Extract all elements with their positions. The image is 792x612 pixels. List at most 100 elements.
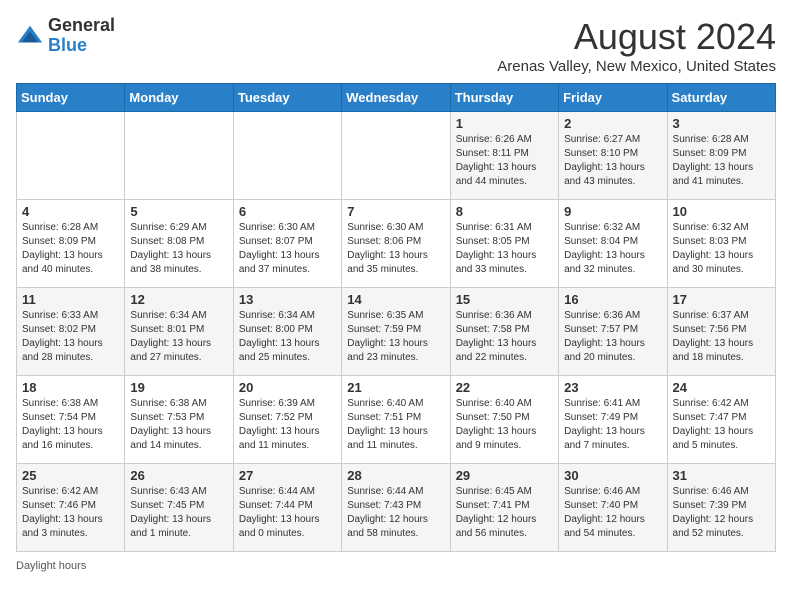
day-info: Sunrise: 6:30 AMSunset: 8:07 PMDaylight:…	[239, 222, 320, 275]
day-info: Sunrise: 6:32 AMSunset: 8:04 PMDaylight:…	[564, 222, 645, 275]
day-number: 28	[347, 468, 444, 483]
day-number: 11	[22, 292, 119, 307]
day-number: 31	[673, 468, 770, 483]
day-info: Sunrise: 6:44 AMSunset: 7:44 PMDaylight:…	[239, 486, 320, 539]
day-number: 15	[456, 292, 553, 307]
day-info: Sunrise: 6:28 AMSunset: 8:09 PMDaylight:…	[673, 134, 754, 187]
calendar-week-row: 25Sunrise: 6:42 AMSunset: 7:46 PMDayligh…	[17, 464, 776, 552]
day-info: Sunrise: 6:40 AMSunset: 7:51 PMDaylight:…	[347, 398, 428, 451]
day-number: 9	[564, 204, 661, 219]
day-number: 22	[456, 380, 553, 395]
logo: General Blue	[16, 16, 115, 56]
calendar-cell: 26Sunrise: 6:43 AMSunset: 7:45 PMDayligh…	[125, 464, 233, 552]
day-info: Sunrise: 6:43 AMSunset: 7:45 PMDaylight:…	[130, 486, 211, 539]
calendar-cell: 10 Sunrise: 6:32 AMSunset: 8:03 PMDayligh…	[667, 200, 775, 288]
day-number: 5	[130, 204, 227, 219]
calendar-cell: 27 Sunrise: 6:44 AMSunset: 7:44 PMDayligh…	[233, 464, 341, 552]
day-number: 13	[239, 292, 336, 307]
calendar-cell: 9 Sunrise: 6:32 AMSunset: 8:04 PMDaylight…	[559, 200, 667, 288]
day-info: Sunrise: 6:35 AMSunset: 7:59 PMDaylight:…	[347, 310, 428, 363]
title-block: August 2024 Arenas Valley, New Mexico, U…	[497, 16, 776, 75]
calendar-cell: 12 Sunrise: 6:34 AMSunset: 8:01 PMDayligh…	[125, 288, 233, 376]
calendar-day-header: Friday	[559, 84, 667, 112]
day-info: Sunrise: 6:39 AMSunset: 7:52 PMDaylight:…	[239, 398, 320, 451]
day-info: Sunrise: 6:26 AMSunset: 8:11 PMDaylight:…	[456, 134, 537, 187]
logo-general-text: General	[48, 15, 115, 35]
calendar-cell	[342, 112, 450, 200]
calendar-cell: 7Sunrise: 6:30 AMSunset: 8:06 PMDaylight…	[342, 200, 450, 288]
day-info: Sunrise: 6:41 AMSunset: 7:49 PMDaylight:…	[564, 398, 645, 451]
day-info: Sunrise: 6:29 AMSunset: 8:08 PMDaylight:…	[130, 222, 211, 275]
day-number: 10	[673, 204, 770, 219]
day-info: Sunrise: 6:38 AMSunset: 7:54 PMDaylight:…	[22, 398, 103, 451]
day-info: Sunrise: 6:36 AMSunset: 7:58 PMDaylight:…	[456, 310, 537, 363]
day-number: 8	[456, 204, 553, 219]
day-info: Sunrise: 6:38 AMSunset: 7:53 PMDaylight:…	[130, 398, 211, 451]
day-number: 6	[239, 204, 336, 219]
day-info: Sunrise: 6:37 AMSunset: 7:56 PMDaylight:…	[673, 310, 754, 363]
calendar-cell: 18 Sunrise: 6:38 AMSunset: 7:54 PMDayligh…	[17, 376, 125, 464]
day-info: Sunrise: 6:42 AMSunset: 7:47 PMDaylight:…	[673, 398, 754, 451]
day-number: 17	[673, 292, 770, 307]
calendar-cell: 4 Sunrise: 6:28 AMSunset: 8:09 PMDaylight…	[17, 200, 125, 288]
calendar-cell	[233, 112, 341, 200]
calendar-cell: 23 Sunrise: 6:41 AMSunset: 7:49 PMDayligh…	[559, 376, 667, 464]
day-number: 2	[564, 116, 661, 131]
day-info: Sunrise: 6:33 AMSunset: 8:02 PMDaylight:…	[22, 310, 103, 363]
day-info: Sunrise: 6:42 AMSunset: 7:46 PMDaylight:…	[22, 486, 103, 539]
day-number: 20	[239, 380, 336, 395]
day-number: 4	[22, 204, 119, 219]
logo-icon	[16, 22, 44, 50]
day-info: Sunrise: 6:34 AMSunset: 8:01 PMDaylight:…	[130, 310, 211, 363]
day-number: 7	[347, 204, 444, 219]
day-info: Sunrise: 6:34 AMSunset: 8:00 PMDaylight:…	[239, 310, 320, 363]
calendar-cell	[125, 112, 233, 200]
daylight-label: Daylight hours	[16, 560, 86, 572]
day-number: 14	[347, 292, 444, 307]
day-info: Sunrise: 6:40 AMSunset: 7:50 PMDaylight:…	[456, 398, 537, 451]
calendar-cell: 19 Sunrise: 6:38 AMSunset: 7:53 PMDayligh…	[125, 376, 233, 464]
day-number: 21	[347, 380, 444, 395]
day-number: 23	[564, 380, 661, 395]
day-info: Sunrise: 6:36 AMSunset: 7:57 PMDaylight:…	[564, 310, 645, 363]
calendar-cell: 28Sunrise: 6:44 AMSunset: 7:43 PMDayligh…	[342, 464, 450, 552]
day-number: 18	[22, 380, 119, 395]
calendar-cell: 15 Sunrise: 6:36 AMSunset: 7:58 PMDayligh…	[450, 288, 558, 376]
calendar-cell: 17 Sunrise: 6:37 AMSunset: 7:56 PMDayligh…	[667, 288, 775, 376]
calendar-cell: 11 Sunrise: 6:33 AMSunset: 8:02 PMDayligh…	[17, 288, 125, 376]
calendar-cell: 5 Sunrise: 6:29 AMSunset: 8:08 PMDaylight…	[125, 200, 233, 288]
day-number: 29	[456, 468, 553, 483]
day-number: 1	[456, 116, 553, 131]
calendar-cell: 29Sunrise: 6:45 AMSunset: 7:41 PMDayligh…	[450, 464, 558, 552]
page-header: General Blue August 2024 Arenas Valley, …	[16, 16, 776, 75]
day-info: Sunrise: 6:32 AMSunset: 8:03 PMDaylight:…	[673, 222, 754, 275]
calendar-cell: 24 Sunrise: 6:42 AMSunset: 7:47 PMDayligh…	[667, 376, 775, 464]
day-info: Sunrise: 6:46 AMSunset: 7:40 PMDaylight:…	[564, 486, 645, 539]
month-year-title: August 2024	[497, 16, 776, 58]
calendar-cell: 13 Sunrise: 6:34 AMSunset: 8:00 PMDayligh…	[233, 288, 341, 376]
logo-blue-text: Blue	[48, 35, 87, 55]
day-number: 24	[673, 380, 770, 395]
calendar-cell: 8 Sunrise: 6:31 AMSunset: 8:05 PMDaylight…	[450, 200, 558, 288]
calendar-day-header: Sunday	[17, 84, 125, 112]
day-info: Sunrise: 6:31 AMSunset: 8:05 PMDaylight:…	[456, 222, 537, 275]
calendar-cell: 30 Sunrise: 6:46 AMSunset: 7:40 PMDayligh…	[559, 464, 667, 552]
footer: Daylight hours	[16, 560, 776, 572]
calendar-cell: 22 Sunrise: 6:40 AMSunset: 7:50 PMDayligh…	[450, 376, 558, 464]
calendar-cell: 6 Sunrise: 6:30 AMSunset: 8:07 PMDaylight…	[233, 200, 341, 288]
day-number: 30	[564, 468, 661, 483]
calendar-day-header: Wednesday	[342, 84, 450, 112]
day-number: 3	[673, 116, 770, 131]
day-number: 12	[130, 292, 227, 307]
day-info: Sunrise: 6:28 AMSunset: 8:09 PMDaylight:…	[22, 222, 103, 275]
calendar-week-row: 11 Sunrise: 6:33 AMSunset: 8:02 PMDayligh…	[17, 288, 776, 376]
day-number: 19	[130, 380, 227, 395]
day-number: 16	[564, 292, 661, 307]
calendar-table: SundayMondayTuesdayWednesdayThursdayFrid…	[16, 83, 776, 552]
calendar-header-row: SundayMondayTuesdayWednesdayThursdayFrid…	[17, 84, 776, 112]
calendar-cell	[17, 112, 125, 200]
day-number: 27	[239, 468, 336, 483]
calendar-week-row: 4 Sunrise: 6:28 AMSunset: 8:09 PMDaylight…	[17, 200, 776, 288]
calendar-cell: 16 Sunrise: 6:36 AMSunset: 7:57 PMDayligh…	[559, 288, 667, 376]
location-text: Arenas Valley, New Mexico, United States	[497, 58, 776, 75]
